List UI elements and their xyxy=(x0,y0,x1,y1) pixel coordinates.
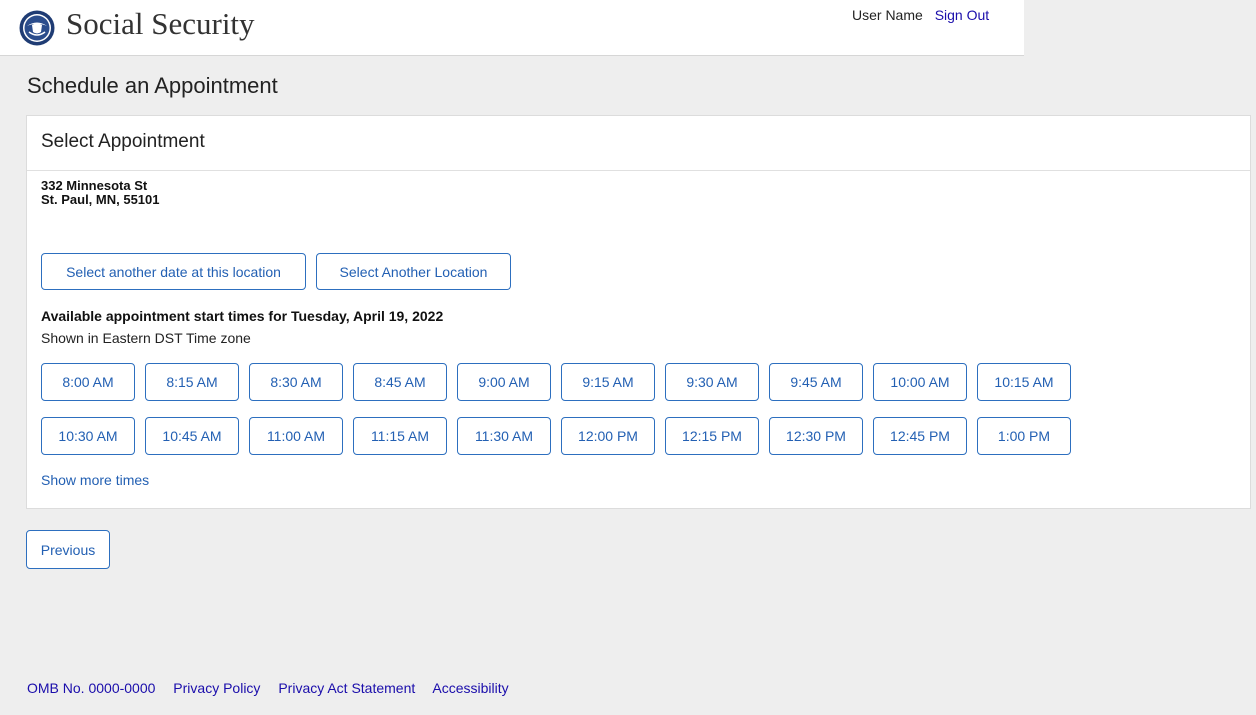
time-slot-button[interactable]: 10:30 AM xyxy=(41,417,135,455)
time-slot-button[interactable]: 10:45 AM xyxy=(145,417,239,455)
time-slot-button[interactable]: 12:45 PM xyxy=(873,417,967,455)
privacy-act-statement-link[interactable]: Privacy Act Statement xyxy=(278,680,415,696)
site-header: Social Security User Name Sign Out xyxy=(0,0,1024,56)
brand-name: Social Security xyxy=(66,6,255,41)
time-slot-button[interactable]: 11:00 AM xyxy=(249,417,343,455)
time-slot-button[interactable]: 12:00 PM xyxy=(561,417,655,455)
time-slot-button[interactable]: 9:45 AM xyxy=(769,363,863,401)
time-slot-button[interactable]: 10:15 AM xyxy=(977,363,1071,401)
select-another-location-button[interactable]: Select Another Location xyxy=(316,253,511,290)
time-slot-button[interactable]: 11:15 AM xyxy=(353,417,447,455)
time-slot-button[interactable]: 1:00 PM xyxy=(977,417,1071,455)
time-slot-button[interactable]: 9:00 AM xyxy=(457,363,551,401)
select-appointment-card: Select Appointment 332 Minnesota St St. … xyxy=(26,115,1251,509)
show-more-times-link[interactable]: Show more times xyxy=(41,472,149,488)
time-slot-button[interactable]: 8:45 AM xyxy=(353,363,447,401)
accessibility-link[interactable]: Accessibility xyxy=(432,680,508,696)
available-times-heading: Available appointment start times for Tu… xyxy=(41,308,444,324)
sign-out-link[interactable]: Sign Out xyxy=(935,7,989,23)
timezone-note: Shown in Eastern DST Time zone xyxy=(41,330,251,346)
privacy-policy-link[interactable]: Privacy Policy xyxy=(173,680,260,696)
time-slot-button[interactable]: 8:30 AM xyxy=(249,363,343,401)
time-slot-button[interactable]: 12:30 PM xyxy=(769,417,863,455)
address-line-2: St. Paul, MN, 55101 xyxy=(41,192,160,207)
user-menu: User Name Sign Out xyxy=(852,7,989,23)
time-slot-button[interactable]: 8:15 AM xyxy=(145,363,239,401)
address-line-1: 332 Minnesota St xyxy=(41,178,148,193)
time-slot-button[interactable]: 9:30 AM xyxy=(665,363,759,401)
omb-number-link[interactable]: OMB No. 0000-0000 xyxy=(27,680,155,696)
time-slot-button[interactable]: 8:00 AM xyxy=(41,363,135,401)
time-slot-button[interactable]: 11:30 AM xyxy=(457,417,551,455)
time-slot-button[interactable]: 12:15 PM xyxy=(665,417,759,455)
select-another-date-button[interactable]: Select another date at this location xyxy=(41,253,306,290)
ssa-seal-icon xyxy=(19,10,55,46)
footer: OMB No. 0000-0000 Privacy Policy Privacy… xyxy=(27,680,523,696)
card-title: Select Appointment xyxy=(27,116,1250,171)
time-slot-button[interactable]: 10:00 AM xyxy=(873,363,967,401)
time-slot-button[interactable]: 9:15 AM xyxy=(561,363,655,401)
page-title: Schedule an Appointment xyxy=(27,73,278,98)
office-address: 332 Minnesota St St. Paul, MN, 55101 xyxy=(41,179,160,207)
previous-button[interactable]: Previous xyxy=(26,530,110,569)
user-name: User Name xyxy=(852,7,923,23)
